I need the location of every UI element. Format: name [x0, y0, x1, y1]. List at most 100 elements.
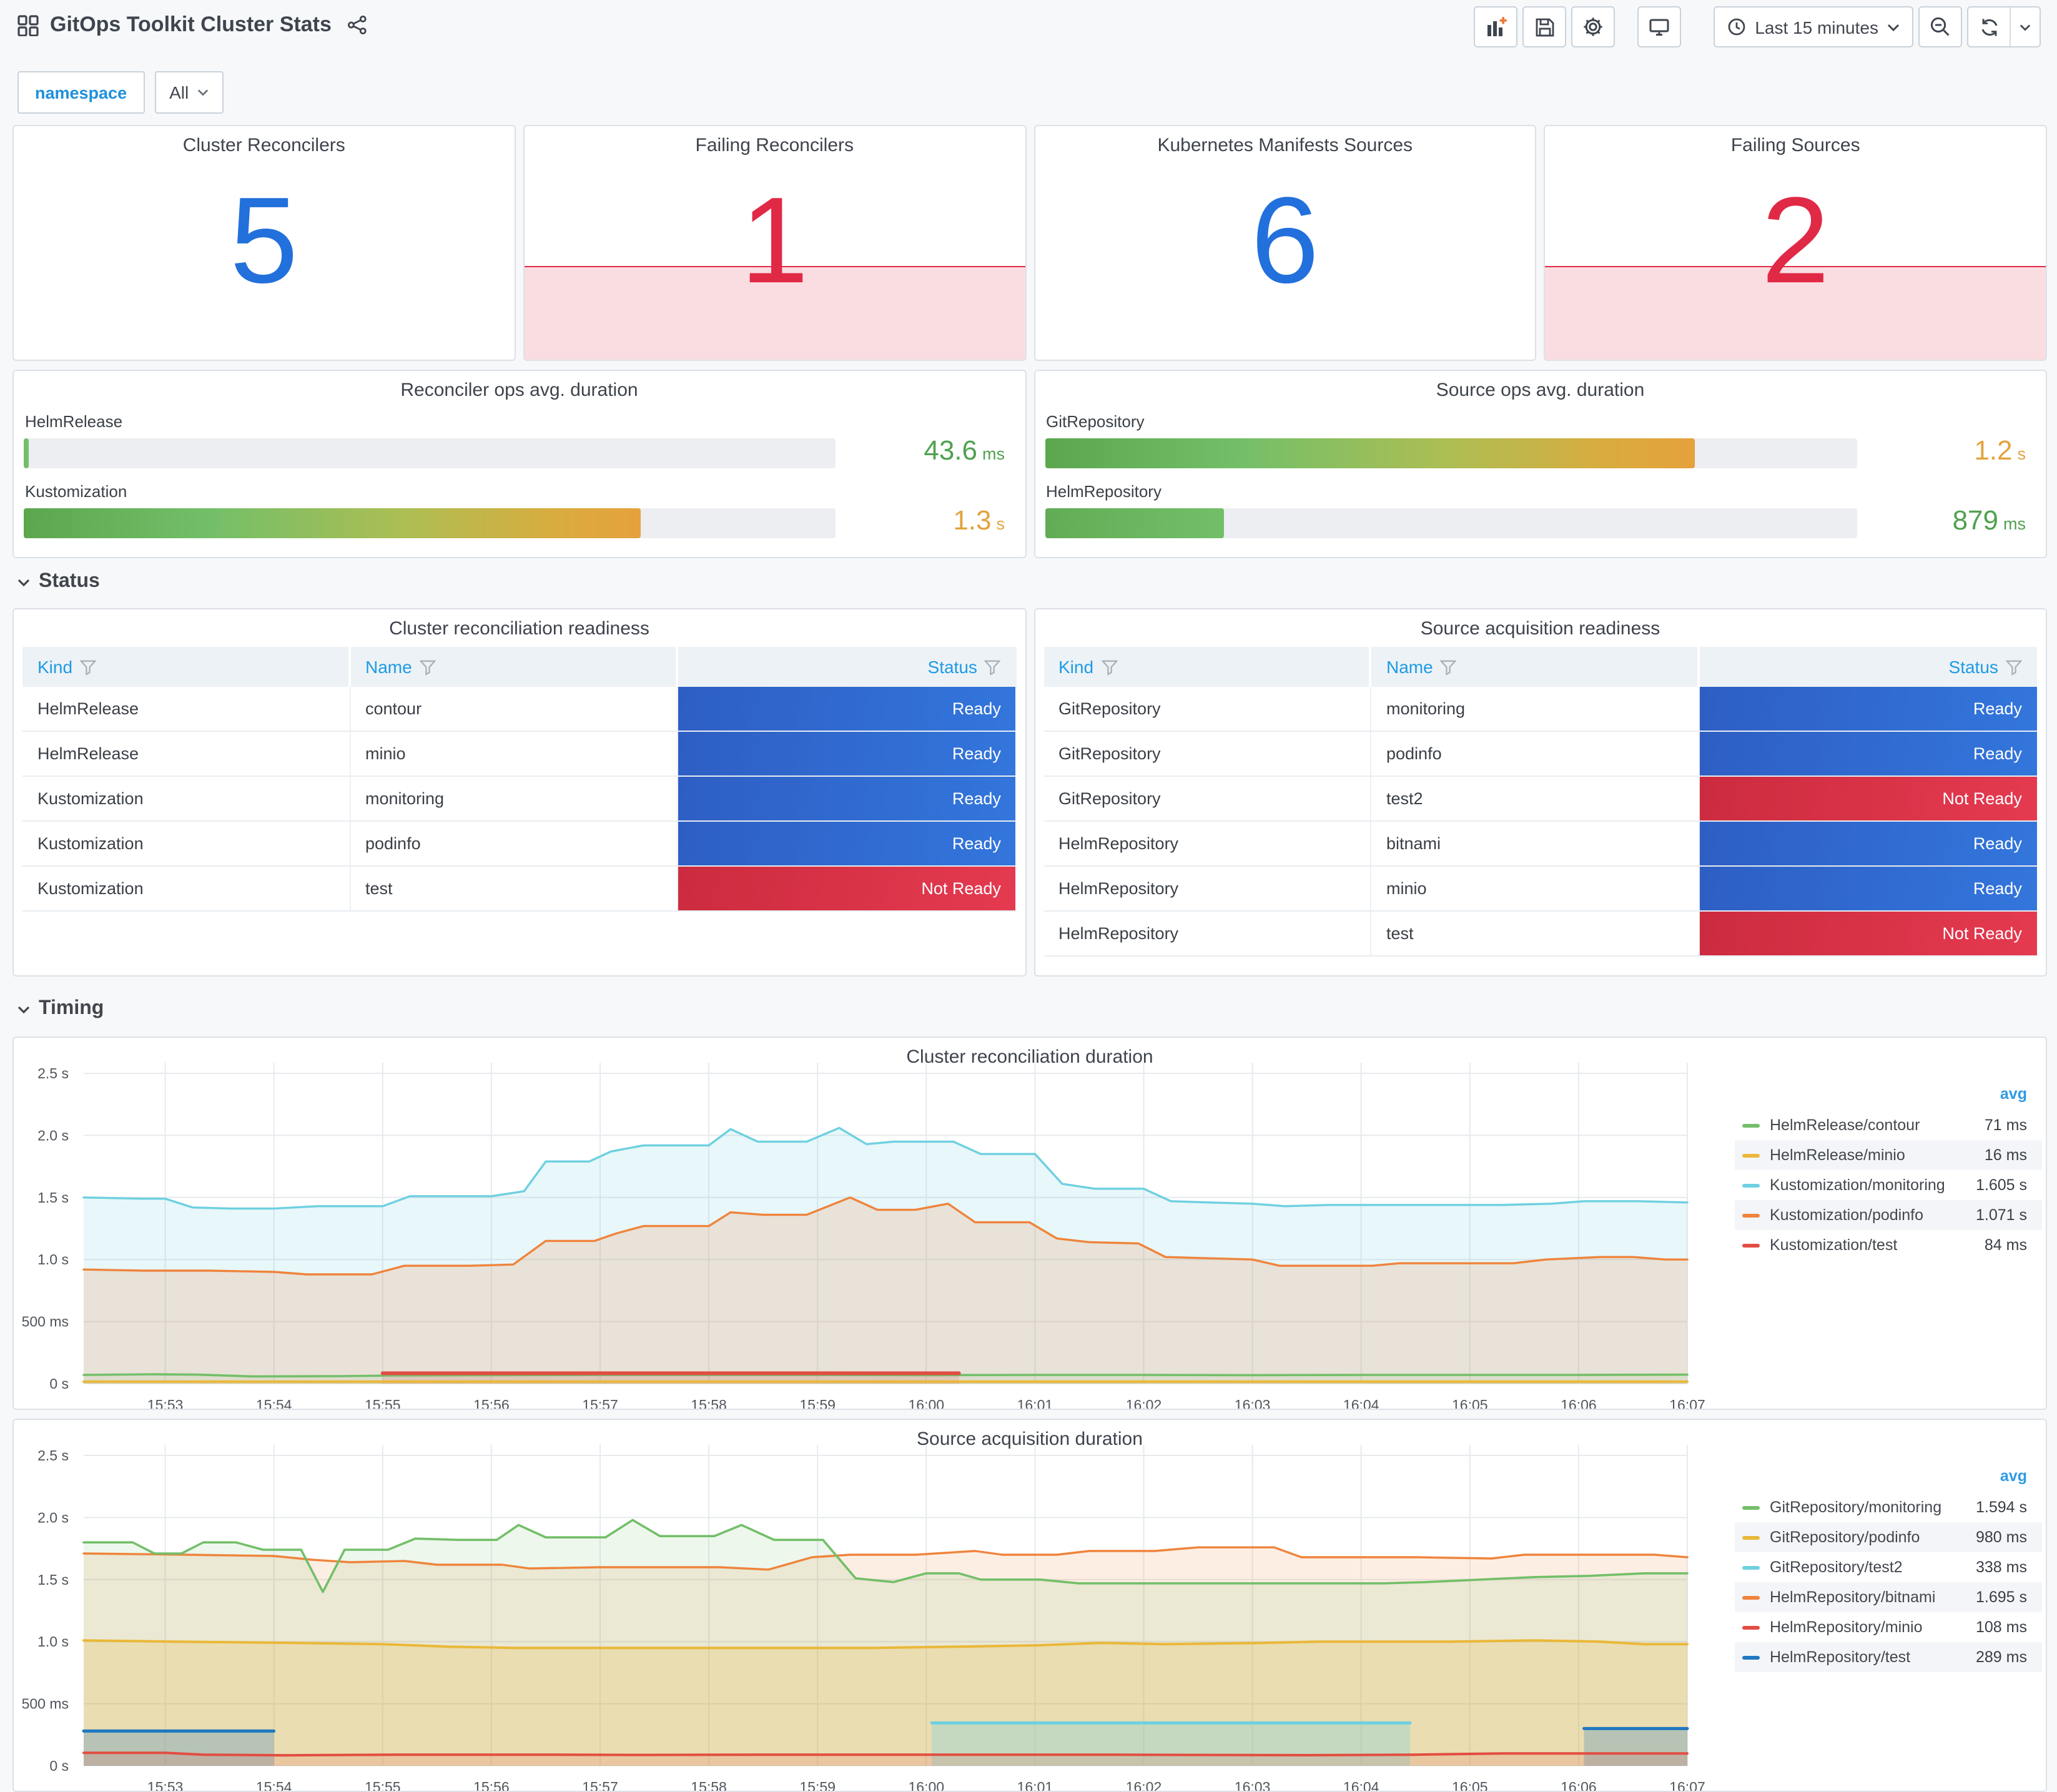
- stat-panel-3: Failing Sources 2: [1544, 125, 2047, 361]
- filter-icon[interactable]: [1440, 659, 1457, 675]
- settings-button[interactable]: [1571, 6, 1616, 47]
- legend-item: HelmRepository/minio 108 ms: [1735, 1612, 2042, 1642]
- gauge-track: [24, 508, 836, 538]
- filter-icon[interactable]: [80, 659, 97, 675]
- y-axis-tick: 2.5 s: [37, 1065, 69, 1081]
- legend-series-name[interactable]: GitRepository/monitoring: [1770, 1499, 1941, 1516]
- x-axis-tick: 15:59: [799, 1397, 836, 1409]
- column-header-name[interactable]: Name: [1371, 647, 1699, 687]
- panel-title[interactable]: Source ops avg. duration: [1035, 379, 2046, 400]
- legend-series-name[interactable]: GitRepository/test2: [1770, 1558, 1903, 1576]
- legend-series-name[interactable]: Kustomization/test: [1770, 1236, 1897, 1254]
- legend-series-name[interactable]: HelmRepository/bitnami: [1770, 1588, 1935, 1606]
- gauge-bar-fill: [24, 508, 641, 538]
- legend-avg-value: 16 ms: [1984, 1146, 2027, 1164]
- stat-value: 6: [1251, 170, 1320, 308]
- panel-title[interactable]: Failing Sources: [1546, 135, 2046, 156]
- cell-name: test: [350, 867, 678, 910]
- legend-avg-header[interactable]: avg: [1735, 1085, 2042, 1110]
- x-axis-tick: 15:58: [691, 1779, 727, 1791]
- zoom-out-button[interactable]: [1918, 6, 1962, 47]
- chart-legend: avg GitRepository/monitoring 1.594 s GitRep…: [1735, 1467, 2042, 1672]
- panel-title[interactable]: Reconciler ops avg. duration: [14, 379, 1025, 400]
- column-header-kind[interactable]: Kind: [1043, 647, 1371, 687]
- cell-status: Ready: [1699, 867, 2037, 910]
- legend-avg-value: 980 ms: [1976, 1529, 2027, 1546]
- table-panel-1: Source acquisition readiness Kind Name Stat…: [1033, 608, 2047, 977]
- filter-icon[interactable]: [984, 659, 1001, 675]
- legend-avg-value: 289 ms: [1976, 1648, 2027, 1666]
- cell-status: Ready: [678, 687, 1016, 731]
- x-axis-tick: 15:57: [582, 1397, 618, 1409]
- legend-swatch-icon: [1742, 1213, 1760, 1217]
- legend-swatch-icon: [1742, 1655, 1760, 1659]
- column-header-label: Name: [365, 657, 412, 677]
- section-timing[interactable]: Timing: [17, 998, 104, 1020]
- tv-mode-button[interactable]: [1637, 6, 1682, 47]
- column-header-name[interactable]: Name: [350, 647, 678, 687]
- refresh-button[interactable]: [1968, 7, 2010, 46]
- legend-avg-value: 71 ms: [1984, 1116, 2027, 1134]
- legend-item: HelmRepository/bitnami 1.695 s: [1735, 1582, 2042, 1612]
- legend-series-name[interactable]: HelmRepository/test: [1770, 1648, 1910, 1666]
- time-range-picker[interactable]: Last 15 minutes: [1714, 6, 1913, 47]
- x-axis-tick: 15:56: [473, 1397, 510, 1409]
- filter-icon[interactable]: [419, 659, 436, 675]
- time-range-label: Last 15 minutes: [1755, 17, 1878, 37]
- x-axis-tick: 15:53: [147, 1779, 184, 1791]
- legend-item: Kustomization/podinfo 1.071 s: [1735, 1200, 2042, 1230]
- gauge-value: 1.3 s: [953, 504, 1005, 536]
- add-panel-button[interactable]: [1474, 6, 1518, 47]
- table-header-row: Kind Name Status: [1043, 647, 2037, 687]
- variable-namespace-label: namespace: [17, 71, 145, 114]
- save-dashboard-button[interactable]: [1522, 6, 1567, 47]
- series-fill: [84, 1640, 1687, 1766]
- chevron-down-icon: [198, 89, 209, 96]
- refresh-interval-dropdown[interactable]: [2010, 7, 2040, 46]
- gauge-value: 43.6 ms: [924, 434, 1005, 466]
- cell-name: test2: [1371, 777, 1699, 820]
- legend-avg-value: 1.071 s: [1975, 1206, 2027, 1224]
- legend-swatch-icon: [1742, 1153, 1760, 1157]
- cell-name: minio: [350, 732, 678, 775]
- table-row: GitRepository podinfo Ready: [1043, 732, 2037, 777]
- panel-title[interactable]: Cluster reconciliation readiness: [14, 618, 1025, 639]
- legend-series-name[interactable]: HelmRelease/contour: [1770, 1116, 1920, 1134]
- gauge-bar-fill: [1045, 508, 1223, 538]
- x-axis-tick: 16:04: [1343, 1779, 1379, 1791]
- gauge-row-label: Kustomization: [25, 481, 127, 500]
- x-axis-tick: 16:07: [1669, 1779, 1705, 1791]
- variable-namespace-dropdown[interactable]: All: [154, 71, 224, 114]
- legend-series-name[interactable]: Kustomization/podinfo: [1770, 1206, 1923, 1224]
- x-axis-tick: 15:57: [582, 1779, 618, 1791]
- legend-series-name[interactable]: HelmRelease/minio: [1770, 1146, 1905, 1164]
- share-icon[interactable]: [348, 15, 368, 35]
- x-axis-tick: 15:55: [365, 1779, 401, 1791]
- legend-avg-header[interactable]: avg: [1735, 1467, 2042, 1492]
- section-status[interactable]: Status: [17, 571, 100, 593]
- panel-title[interactable]: Failing Reconcilers: [525, 135, 1025, 156]
- panel-title[interactable]: Kubernetes Manifests Sources: [1035, 135, 1536, 156]
- legend-item: GitRepository/podinfo 980 ms: [1735, 1522, 2042, 1552]
- column-header-status[interactable]: Status: [1699, 647, 2037, 687]
- panel-title[interactable]: Source acquisition readiness: [1035, 618, 2046, 639]
- legend-series-name[interactable]: GitRepository/podinfo: [1770, 1529, 1920, 1546]
- cell-name: contour: [350, 687, 678, 731]
- column-header-status[interactable]: Status: [678, 647, 1016, 687]
- column-header-label: Name: [1386, 657, 1433, 677]
- cell-status: Not Ready: [678, 867, 1016, 910]
- panel-title[interactable]: Cluster Reconcilers: [14, 135, 515, 156]
- x-axis-tick: 16:04: [1343, 1397, 1379, 1409]
- legend-series-name[interactable]: Kustomization/monitoring: [1770, 1176, 1945, 1194]
- gauge-value-unit: ms: [2003, 514, 2026, 533]
- section-status-label: Status: [39, 571, 100, 592]
- table-row: Kustomization test Not Ready: [22, 867, 1016, 912]
- filter-icon[interactable]: [2005, 659, 2022, 675]
- column-header-kind[interactable]: Kind: [22, 647, 350, 687]
- x-axis-tick: 15:58: [691, 1397, 727, 1409]
- legend-series-name[interactable]: HelmRepository/minio: [1770, 1618, 1923, 1636]
- filter-icon[interactable]: [1101, 659, 1118, 675]
- cell-name: monitoring: [350, 777, 678, 820]
- column-header-label: Status: [1948, 657, 1998, 677]
- chevron-down-icon: [1887, 23, 1900, 31]
